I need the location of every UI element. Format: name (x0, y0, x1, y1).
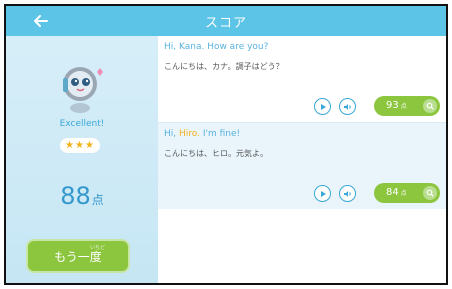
score-pill[interactable]: 93 点 (374, 96, 440, 116)
total-score: 88点 (6, 182, 158, 214)
score-screen: スコア Excellent! ★★★ 88点 いちど もう一度 Hi, Kana… (4, 4, 448, 285)
total-score-value: 88 (60, 182, 91, 210)
score-pill-value: 93 点 (386, 100, 407, 111)
total-score-unit: 点 (91, 193, 104, 207)
top-bar: スコア (6, 6, 446, 36)
magnifier-icon (426, 102, 434, 110)
retry-button[interactable]: いちど もう一度 (26, 239, 130, 273)
magnifier-button[interactable] (423, 186, 437, 200)
message-row: Hi, Hiro. I'm fine! こんにちは、ヒロ。元気よ。 84 点 (158, 122, 446, 209)
play-button[interactable] (314, 185, 331, 202)
score-pill[interactable]: 84 点 (374, 183, 440, 203)
magnifier-icon (426, 189, 434, 197)
speaker-icon (344, 103, 351, 110)
play-icon (320, 190, 326, 197)
english-text: Hi, Kana. How are you? (164, 42, 269, 52)
rating-text: Excellent! (59, 119, 105, 129)
english-text-suffix: I'm fine! (199, 129, 241, 139)
score-pill-value: 84 点 (386, 187, 407, 198)
japanese-line: こんにちは、カナ。調子はどう？ (164, 62, 284, 71)
page-title: スコア (204, 16, 247, 31)
japanese-line: こんにちは、ヒロ。元気よ。 (164, 149, 268, 158)
robot-avatar-icon (63, 67, 103, 113)
message-row: Hi, Kana. How are you? こんにちは、カナ。調子はどう？ 9… (158, 36, 446, 122)
score-unit: 点 (400, 103, 407, 110)
score-unit: 点 (400, 190, 407, 197)
play-icon (320, 103, 326, 110)
score-number: 93 (386, 100, 399, 111)
star-rating: ★★★ (60, 138, 100, 153)
retry-ruby: いちど (90, 245, 106, 251)
english-text: Hi, (164, 129, 179, 139)
speaker-button[interactable] (339, 185, 356, 202)
english-line: Hi, Hiro. I'm fine! (164, 129, 240, 139)
play-button[interactable] (314, 98, 331, 115)
speaker-button[interactable] (339, 98, 356, 115)
english-highlight: Hiro. (179, 129, 200, 139)
score-number: 84 (386, 187, 399, 198)
speaker-icon (344, 190, 351, 197)
english-line: Hi, Kana. How are you? (164, 42, 268, 52)
magnifier-button[interactable] (423, 99, 437, 113)
result-panel: Excellent! ★★★ 88点 いちど もう一度 (6, 36, 158, 283)
